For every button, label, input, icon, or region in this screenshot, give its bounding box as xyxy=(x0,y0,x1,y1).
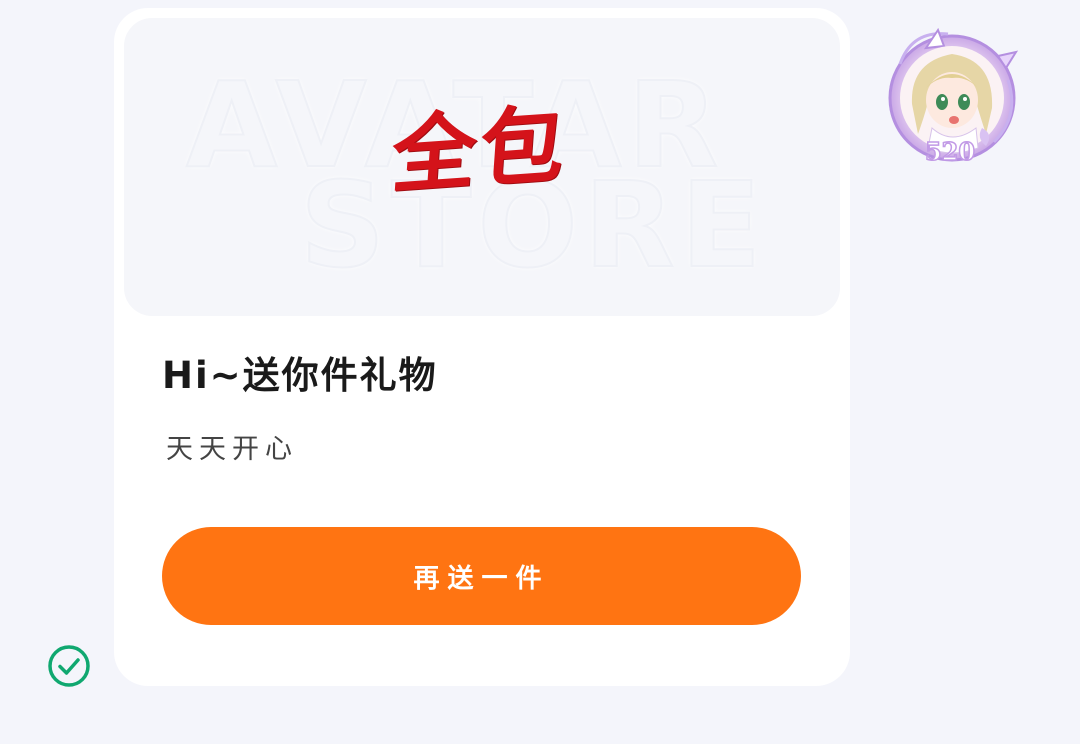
gift-card: AVATAR STORE 全包 Hi~送你件礼物 天天开心 再送一件 xyxy=(114,8,850,686)
gift-banner-image[interactable]: AVATAR STORE 全包 xyxy=(124,18,840,316)
brand-calligraphy-text: 全包 xyxy=(388,93,572,206)
gift-message-subtitle: 天天开心 xyxy=(166,434,298,465)
send-again-button[interactable]: 再送一件 xyxy=(162,527,801,625)
user-avatar[interactable]: 520 xyxy=(882,24,1026,166)
gift-message-title: Hi~送你件礼物 xyxy=(162,354,438,397)
avatar-badge-number: 520 xyxy=(925,137,975,166)
check-circle-icon xyxy=(48,645,90,687)
